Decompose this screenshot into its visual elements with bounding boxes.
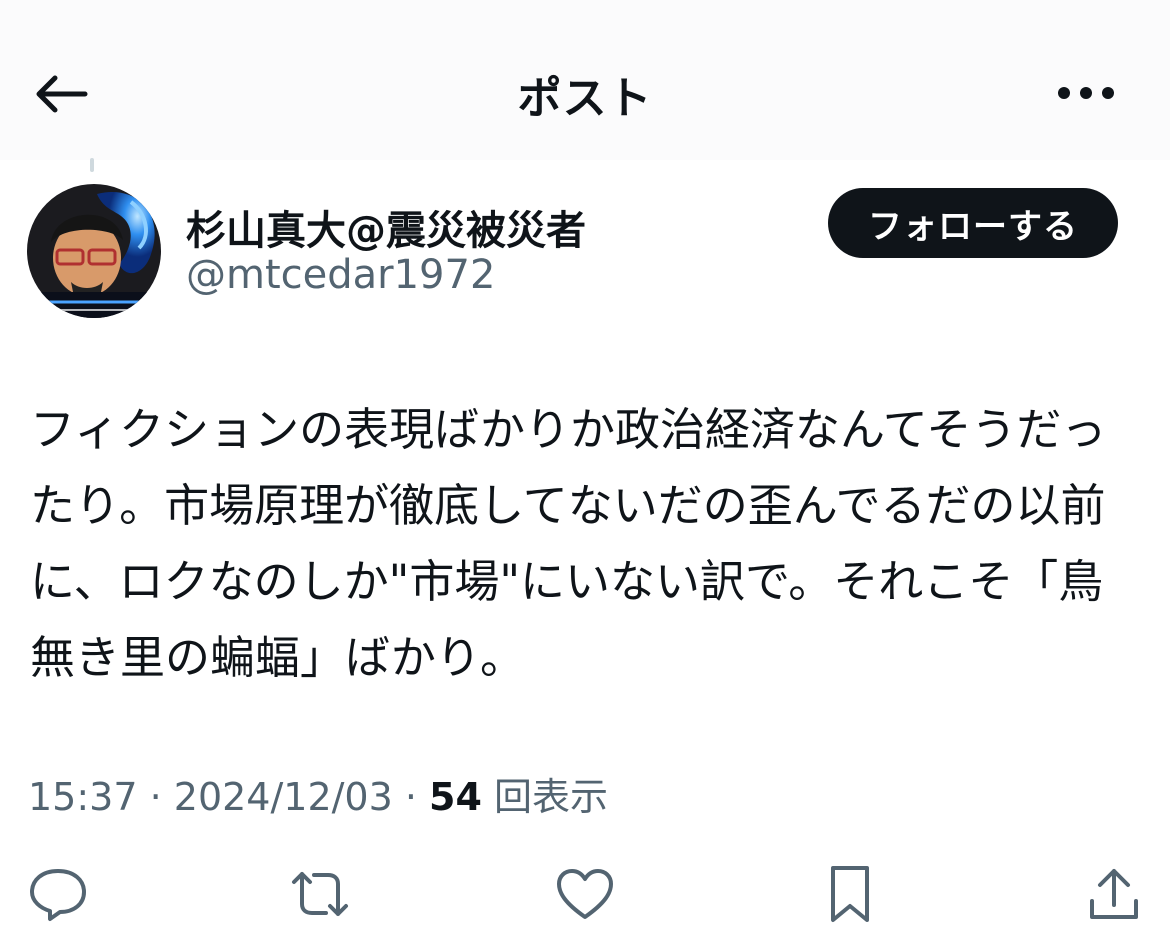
post-date[interactable]: 2024/12/03: [174, 775, 393, 819]
more-horizontal-icon: [1056, 85, 1116, 101]
repost-icon: [288, 866, 352, 922]
more-options-button[interactable]: [1050, 70, 1122, 116]
author-handle[interactable]: @mtcedar1972: [186, 252, 495, 298]
follow-button[interactable]: フォローする: [828, 188, 1118, 258]
like-button[interactable]: [553, 862, 617, 926]
like-heart-icon: [555, 867, 615, 921]
post-metadata: 15:37 · 2024/12/03 · 54 回表示: [28, 766, 608, 821]
top-bar: ポスト: [0, 0, 1170, 160]
bookmark-icon: [825, 864, 875, 924]
views-label: 回表示: [481, 775, 609, 819]
reply-icon: [28, 866, 88, 922]
reply-button[interactable]: [26, 862, 90, 926]
views-count: 54: [429, 775, 482, 819]
avatar[interactable]: [27, 184, 161, 318]
author-display-name[interactable]: 杉山真大@震災被災者: [186, 198, 586, 256]
thread-connector: [90, 158, 94, 172]
share-button[interactable]: [1082, 862, 1146, 926]
post-time[interactable]: 15:37: [28, 775, 138, 819]
repost-button[interactable]: [288, 862, 352, 926]
bookmark-button[interactable]: [818, 862, 882, 926]
post-text: フィクションの表現ばかりか政治経済なんてそうだったり。市場原理が徹底してないだの…: [30, 403, 1107, 684]
share-icon: [1086, 865, 1142, 923]
meta-separator: ·: [392, 775, 430, 819]
page-title: ポスト: [517, 73, 653, 124]
meta-separator: ·: [137, 775, 174, 819]
